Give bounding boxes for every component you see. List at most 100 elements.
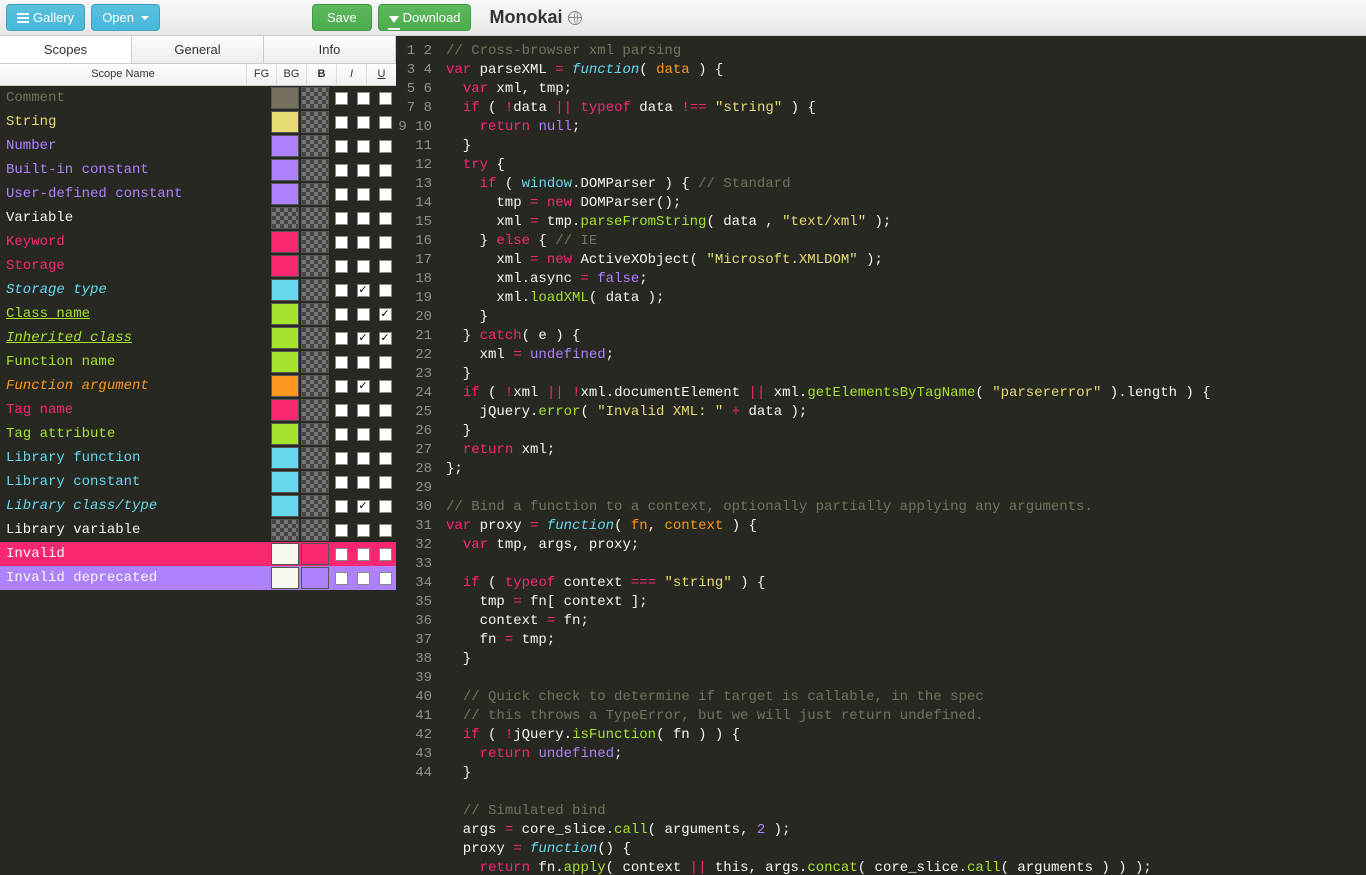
b-checkbox[interactable] [330,428,352,441]
b-checkbox[interactable] [330,500,352,513]
bg-swatch[interactable] [301,471,329,493]
u-checkbox[interactable] [374,236,396,249]
fg-swatch[interactable] [271,87,299,109]
i-checkbox[interactable] [352,164,374,177]
i-checkbox[interactable] [352,92,374,105]
i-checkbox[interactable] [352,212,374,225]
i-checkbox[interactable] [352,308,374,321]
bg-swatch[interactable] [301,111,329,133]
bg-swatch[interactable] [301,159,329,181]
b-checkbox[interactable] [330,356,352,369]
b-checkbox[interactable] [330,188,352,201]
i-checkbox[interactable] [352,500,374,513]
scope-row[interactable]: Invalid deprecated [0,566,396,590]
b-checkbox[interactable] [330,140,352,153]
fg-swatch[interactable] [271,471,299,493]
i-checkbox[interactable] [352,140,374,153]
scope-row[interactable]: Function name [0,350,396,374]
scope-row[interactable]: Function argument [0,374,396,398]
gallery-button[interactable]: Gallery [6,4,85,31]
fg-swatch[interactable] [271,255,299,277]
u-checkbox[interactable] [374,428,396,441]
u-checkbox[interactable] [374,188,396,201]
b-checkbox[interactable] [330,164,352,177]
u-checkbox[interactable] [374,380,396,393]
i-checkbox[interactable] [352,524,374,537]
b-checkbox[interactable] [330,404,352,417]
b-checkbox[interactable] [330,332,352,345]
i-checkbox[interactable] [352,452,374,465]
fg-swatch[interactable] [271,375,299,397]
code-area[interactable]: // Cross-browser xml parsing var parseXM… [440,36,1366,875]
u-checkbox[interactable] [374,548,396,561]
b-checkbox[interactable] [330,92,352,105]
fg-swatch[interactable] [271,183,299,205]
bg-swatch[interactable] [301,183,329,205]
fg-swatch[interactable] [271,447,299,469]
bg-swatch[interactable] [301,87,329,109]
bg-swatch[interactable] [301,135,329,157]
fg-swatch[interactable] [271,207,299,229]
bg-swatch[interactable] [301,255,329,277]
b-checkbox[interactable] [330,572,352,585]
fg-swatch[interactable] [271,351,299,373]
i-checkbox[interactable] [352,548,374,561]
fg-swatch[interactable] [271,567,299,589]
scope-row[interactable]: Tag name [0,398,396,422]
scope-row[interactable]: Library class/type [0,494,396,518]
scope-row[interactable]: Library constant [0,470,396,494]
scope-row[interactable]: Library variable [0,518,396,542]
i-checkbox[interactable] [352,260,374,273]
scope-row[interactable]: Keyword [0,230,396,254]
scope-row[interactable]: Comment [0,86,396,110]
b-checkbox[interactable] [330,260,352,273]
b-checkbox[interactable] [330,116,352,129]
scope-row[interactable]: Number [0,134,396,158]
bg-swatch[interactable] [301,375,329,397]
i-checkbox[interactable] [352,380,374,393]
i-checkbox[interactable] [352,116,374,129]
b-checkbox[interactable] [330,476,352,489]
i-checkbox[interactable] [352,188,374,201]
i-checkbox[interactable] [352,332,374,345]
fg-swatch[interactable] [271,399,299,421]
bg-swatch[interactable] [301,303,329,325]
open-dropdown-button[interactable]: Open [91,4,160,31]
scope-row[interactable]: Class name [0,302,396,326]
scope-row[interactable]: Storage [0,254,396,278]
u-checkbox[interactable] [374,476,396,489]
fg-swatch[interactable] [271,327,299,349]
bg-swatch[interactable] [301,207,329,229]
b-checkbox[interactable] [330,548,352,561]
u-checkbox[interactable] [374,356,396,369]
scope-row[interactable]: Storage type [0,278,396,302]
b-checkbox[interactable] [330,212,352,225]
b-checkbox[interactable] [330,284,352,297]
b-checkbox[interactable] [330,236,352,249]
scope-row[interactable]: Inherited class [0,326,396,350]
b-checkbox[interactable] [330,452,352,465]
tab-general[interactable]: General [132,36,264,63]
u-checkbox[interactable] [374,92,396,105]
scope-row[interactable]: Invalid [0,542,396,566]
fg-swatch[interactable] [271,279,299,301]
scope-row[interactable]: Built-in constant [0,158,396,182]
bg-swatch[interactable] [301,327,329,349]
fg-swatch[interactable] [271,519,299,541]
u-checkbox[interactable] [374,524,396,537]
u-checkbox[interactable] [374,164,396,177]
tab-scopes[interactable]: Scopes [0,36,132,63]
u-checkbox[interactable] [374,404,396,417]
fg-swatch[interactable] [271,423,299,445]
bg-swatch[interactable] [301,423,329,445]
bg-swatch[interactable] [301,279,329,301]
bg-swatch[interactable] [301,495,329,517]
fg-swatch[interactable] [271,159,299,181]
u-checkbox[interactable] [374,452,396,465]
u-checkbox[interactable] [374,572,396,585]
save-button[interactable]: Save [312,4,372,31]
fg-swatch[interactable] [271,543,299,565]
b-checkbox[interactable] [330,380,352,393]
i-checkbox[interactable] [352,236,374,249]
bg-swatch[interactable] [301,399,329,421]
